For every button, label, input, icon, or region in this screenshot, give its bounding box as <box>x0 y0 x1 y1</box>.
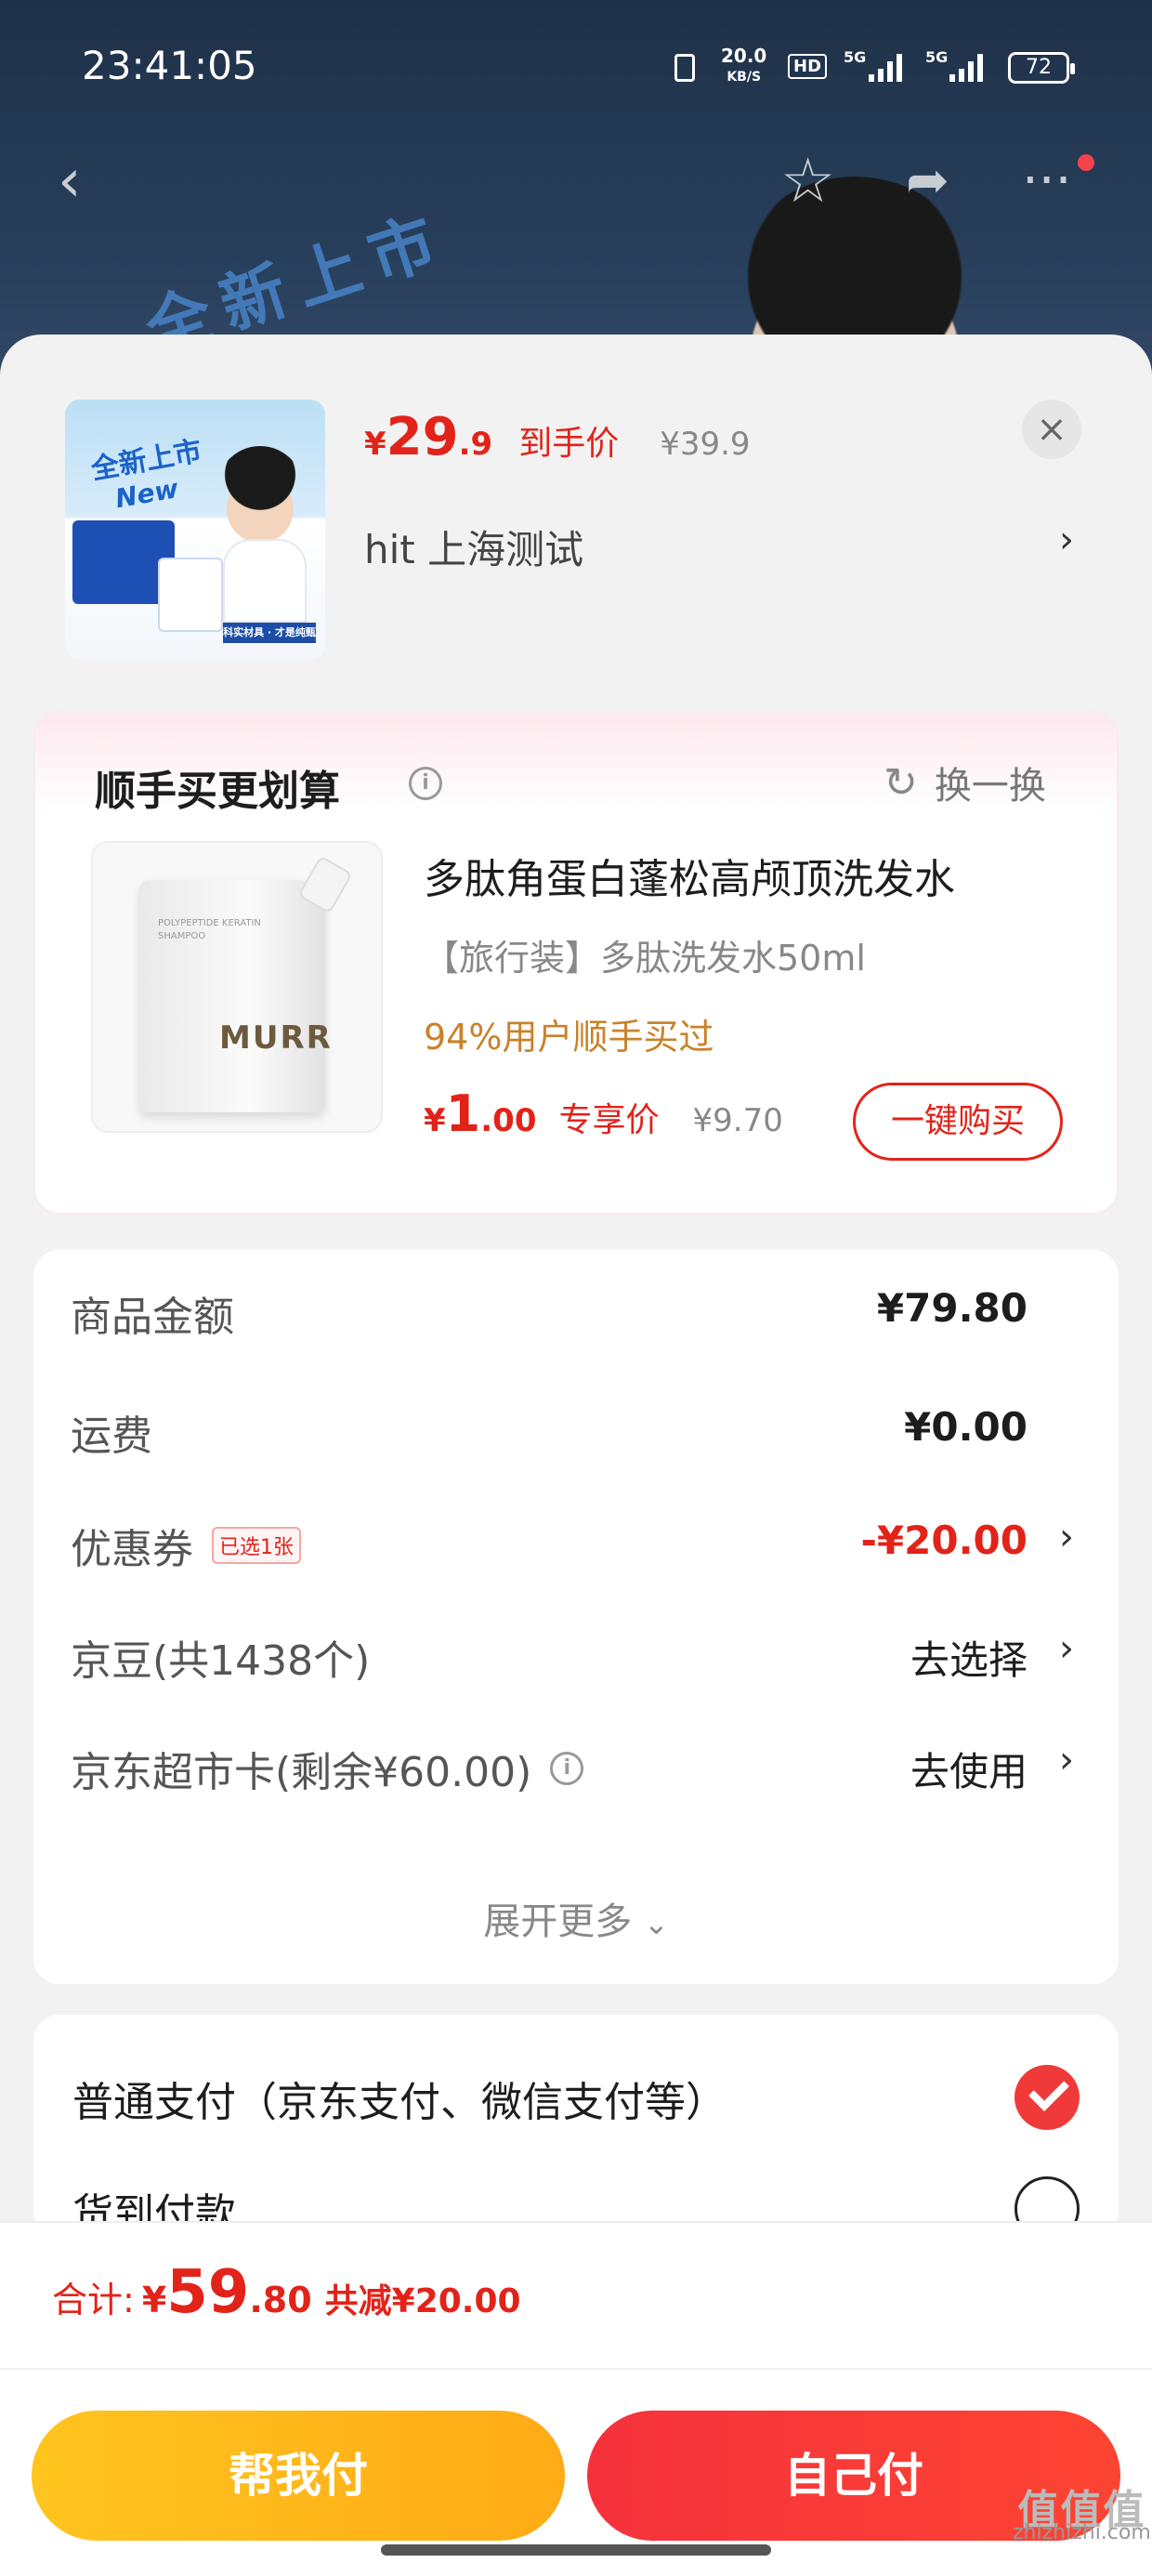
share-icon[interactable]: ➦ <box>906 149 949 214</box>
thumb-new-tag: 全新上市 New <box>88 435 204 515</box>
back-icon[interactable]: ‹ <box>58 149 82 214</box>
watermark-logo: 值值值 zhizhizhi.com <box>1013 2487 1151 2544</box>
chevron-right-icon[interactable]: › <box>1059 1739 1074 1781</box>
shop-name[interactable]: hit 上海测试 <box>364 519 583 575</box>
one-click-buy-button[interactable]: 一键购买 <box>853 1083 1063 1161</box>
top-nav: ‹ ☆ ➦ ··· <box>0 149 1152 223</box>
summary-row-shipping: 运费 ¥0.00 <box>71 1404 1028 1460</box>
product-price: ¥ 29 .9 到手价 ¥39.9 <box>364 407 751 467</box>
vibrate-icon <box>674 54 695 82</box>
summary-row-jingdou[interactable]: 京豆(共1438个) 去选择 › <box>71 1614 1083 1698</box>
net-speed: 20.0 KB/S <box>721 45 767 85</box>
total-discount: 共减¥20.00 <box>324 2282 521 2320</box>
status-bar: 23:41:05 20.0 KB/S HD 5G 5G 72 <box>0 0 1152 130</box>
chevron-right-icon[interactable]: › <box>1059 1627 1074 1670</box>
chevron-down-icon: ⌄ <box>643 1906 669 1941</box>
close-button[interactable]: × <box>1022 400 1081 459</box>
original-price: ¥39.9 <box>660 426 751 463</box>
summary-row-goods: 商品金额 ¥79.80 <box>71 1285 1028 1341</box>
coupon-selected-badge: 已选1张 <box>212 1527 301 1564</box>
payment-option-normal[interactable]: 普通支付（京东支付、微信支付等） <box>72 2069 727 2128</box>
upsell-product-image[interactable]: POLYPEPTIDE KERATIN SHAMPOO MURR <box>91 841 383 1133</box>
price-label: 到手价 <box>518 425 620 463</box>
signal-icon <box>869 54 902 82</box>
chevron-right-icon[interactable]: › <box>1059 1516 1074 1558</box>
upsell-price: ¥ 1 .00 专享价 ¥9.70 <box>424 1084 783 1143</box>
summary-row-market-card[interactable]: 京东超市卡(剩余¥60.00) i 去使用 › <box>71 1726 1083 1809</box>
total-amount: 合计: ¥ 59 .80 共减¥20.00 <box>52 2258 521 2327</box>
chevron-right-icon[interactable]: › <box>1059 519 1074 561</box>
info-icon[interactable]: i <box>409 767 442 800</box>
help-me-pay-button[interactable]: 帮我付 <box>32 2411 565 2541</box>
more-icon[interactable]: ··· <box>1022 149 1071 214</box>
product-thumbnail[interactable]: 全新上市 New 科实材具 · 才是纯甄 <box>65 400 325 660</box>
info-icon[interactable]: i <box>550 1752 584 1785</box>
upsell-buy-rate: 94%用户顺手买过 <box>424 1017 714 1058</box>
upsell-card: 顺手买更划算 i ↻ 换一换 POLYPEPTIDE KERATIN SHAMPO… <box>33 711 1119 1215</box>
home-indicator[interactable] <box>381 2544 771 2556</box>
thumb-strip: 科实材具 · 才是纯甄 <box>223 623 316 643</box>
bottom-bar: 合计: ¥ 59 .80 共减¥20.00 帮我付 自己付 <box>0 2221 1152 2576</box>
status-time: 23:41:05 <box>82 43 257 88</box>
order-summary: 商品金额 ¥79.80 运费 ¥0.00 优惠券 已选1张 -¥20.00 › … <box>33 1250 1119 1984</box>
refresh-icon: ↻ <box>884 758 918 807</box>
notification-dot <box>1078 154 1094 171</box>
swap-button[interactable]: ↻ 换一换 <box>884 756 1046 809</box>
expand-more-button[interactable]: 展开更多 ⌄ <box>33 1891 1119 1945</box>
image-brand: MURR <box>219 1019 333 1057</box>
upsell-product-name[interactable]: 多肽角蛋白蓬松高颅顶洗发水 <box>424 846 955 905</box>
checkmark-icon[interactable] <box>1015 2065 1080 2130</box>
signal-label-1: 5G <box>844 48 867 66</box>
product-header: 全新上市 New 科实材具 · 才是纯甄 ¥ 29 .9 到手价 ¥39.9 h… <box>65 400 1087 660</box>
signal-label-2: 5G <box>925 48 949 66</box>
favorite-star-icon[interactable]: ☆ <box>780 149 835 214</box>
summary-row-coupon[interactable]: 优惠券 已选1张 -¥20.00 › <box>71 1503 1083 1586</box>
upsell-title: 顺手买更划算 <box>95 768 340 815</box>
battery-icon: 72 <box>1008 52 1075 84</box>
hd-icon: HD <box>788 54 828 79</box>
upsell-product-spec: 【旅行装】多肽洗发水50ml <box>424 938 866 979</box>
signal-icon <box>949 54 983 82</box>
